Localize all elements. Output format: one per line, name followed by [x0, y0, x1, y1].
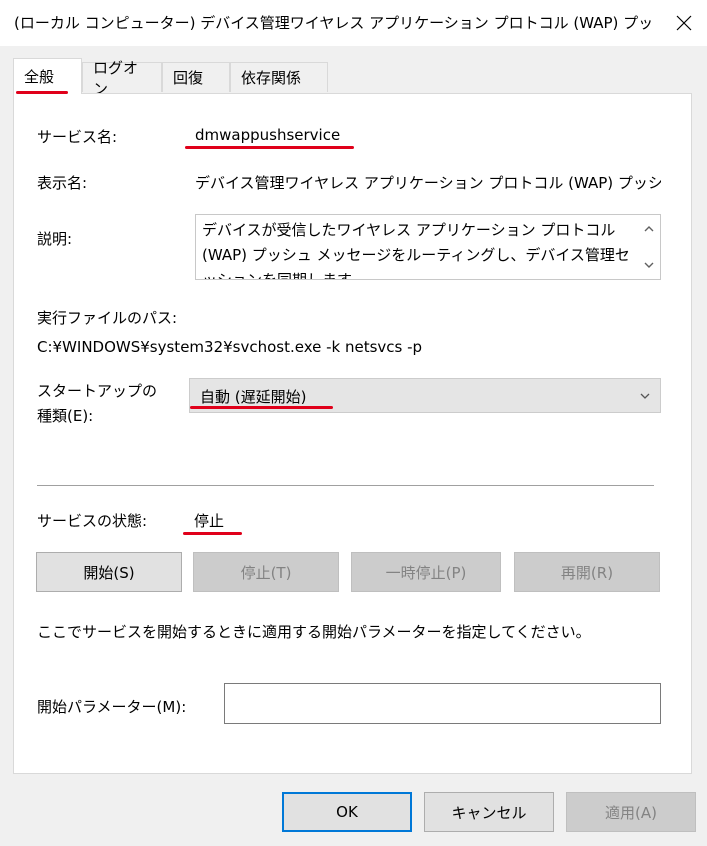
window-title: (ローカル コンピューター) デバイス管理ワイヤレス アプリケーション プロトコ… [14, 14, 654, 32]
service-name-label: サービス名: [37, 128, 118, 146]
annotation-underline-status [183, 532, 242, 535]
start-params-label: 開始パラメーター(M): [37, 698, 187, 716]
tab-general[interactable]: 全般 [13, 58, 82, 94]
annotation-underline-startup [190, 406, 333, 409]
exe-path-value: C:¥WINDOWS¥system32¥svchost.exe -k netsv… [37, 338, 423, 356]
divider [37, 485, 654, 486]
start-params-input[interactable] [224, 683, 661, 724]
annotation-underline-tab [16, 91, 68, 94]
startup-type-value: 自動 (遅延開始) [200, 388, 307, 406]
general-panel [13, 93, 692, 774]
close-icon [676, 15, 692, 31]
exe-path-label: 実行ファイルのパス: [37, 309, 178, 327]
resume-button[interactable]: 再開(R) [514, 552, 660, 592]
service-status-label: サービスの状態: [37, 512, 148, 530]
service-name-value: dmwappushservice [195, 126, 341, 144]
start-button[interactable]: 開始(S) [36, 552, 182, 592]
tab-logon[interactable]: ログオン [82, 59, 162, 98]
service-status-value: 停止 [194, 512, 225, 530]
description-label: 説明: [37, 230, 73, 248]
startup-type-label-line1: スタートアップの [37, 382, 158, 400]
description-text: デバイスが受信したワイヤレス アプリケーション プロトコル (WAP) プッシュ… [202, 221, 630, 280]
chevron-up-icon[interactable] [644, 225, 654, 232]
tab-recovery[interactable]: 回復 [162, 62, 230, 92]
description-scrollbar[interactable] [638, 215, 660, 279]
startup-type-label-line2: 種類(E): [37, 407, 94, 425]
chevron-down-icon [640, 393, 650, 399]
tab-dependencies[interactable]: 依存関係 [230, 62, 328, 92]
display-name-value[interactable]: デバイス管理ワイヤレス アプリケーション プロトコル (WAP) プッシュ メッ… [195, 172, 661, 193]
description-box[interactable]: デバイスが受信したワイヤレス アプリケーション プロトコル (WAP) プッシュ… [195, 214, 661, 280]
annotation-underline-service-name [185, 146, 354, 149]
chevron-down-icon[interactable] [644, 262, 654, 269]
cancel-button[interactable]: キャンセル [424, 792, 554, 832]
pause-button[interactable]: 一時停止(P) [351, 552, 501, 592]
close-button[interactable] [661, 0, 707, 46]
display-name-label: 表示名: [37, 174, 88, 192]
stop-button[interactable]: 停止(T) [193, 552, 339, 592]
ok-button[interactable]: OK [282, 792, 412, 832]
apply-button[interactable]: 適用(A) [566, 792, 696, 832]
title-bar: (ローカル コンピューター) デバイス管理ワイヤレス アプリケーション プロトコ… [0, 0, 707, 46]
start-params-hint: ここでサービスを開始するときに適用する開始パラメーターを指定してください。 [37, 623, 591, 641]
